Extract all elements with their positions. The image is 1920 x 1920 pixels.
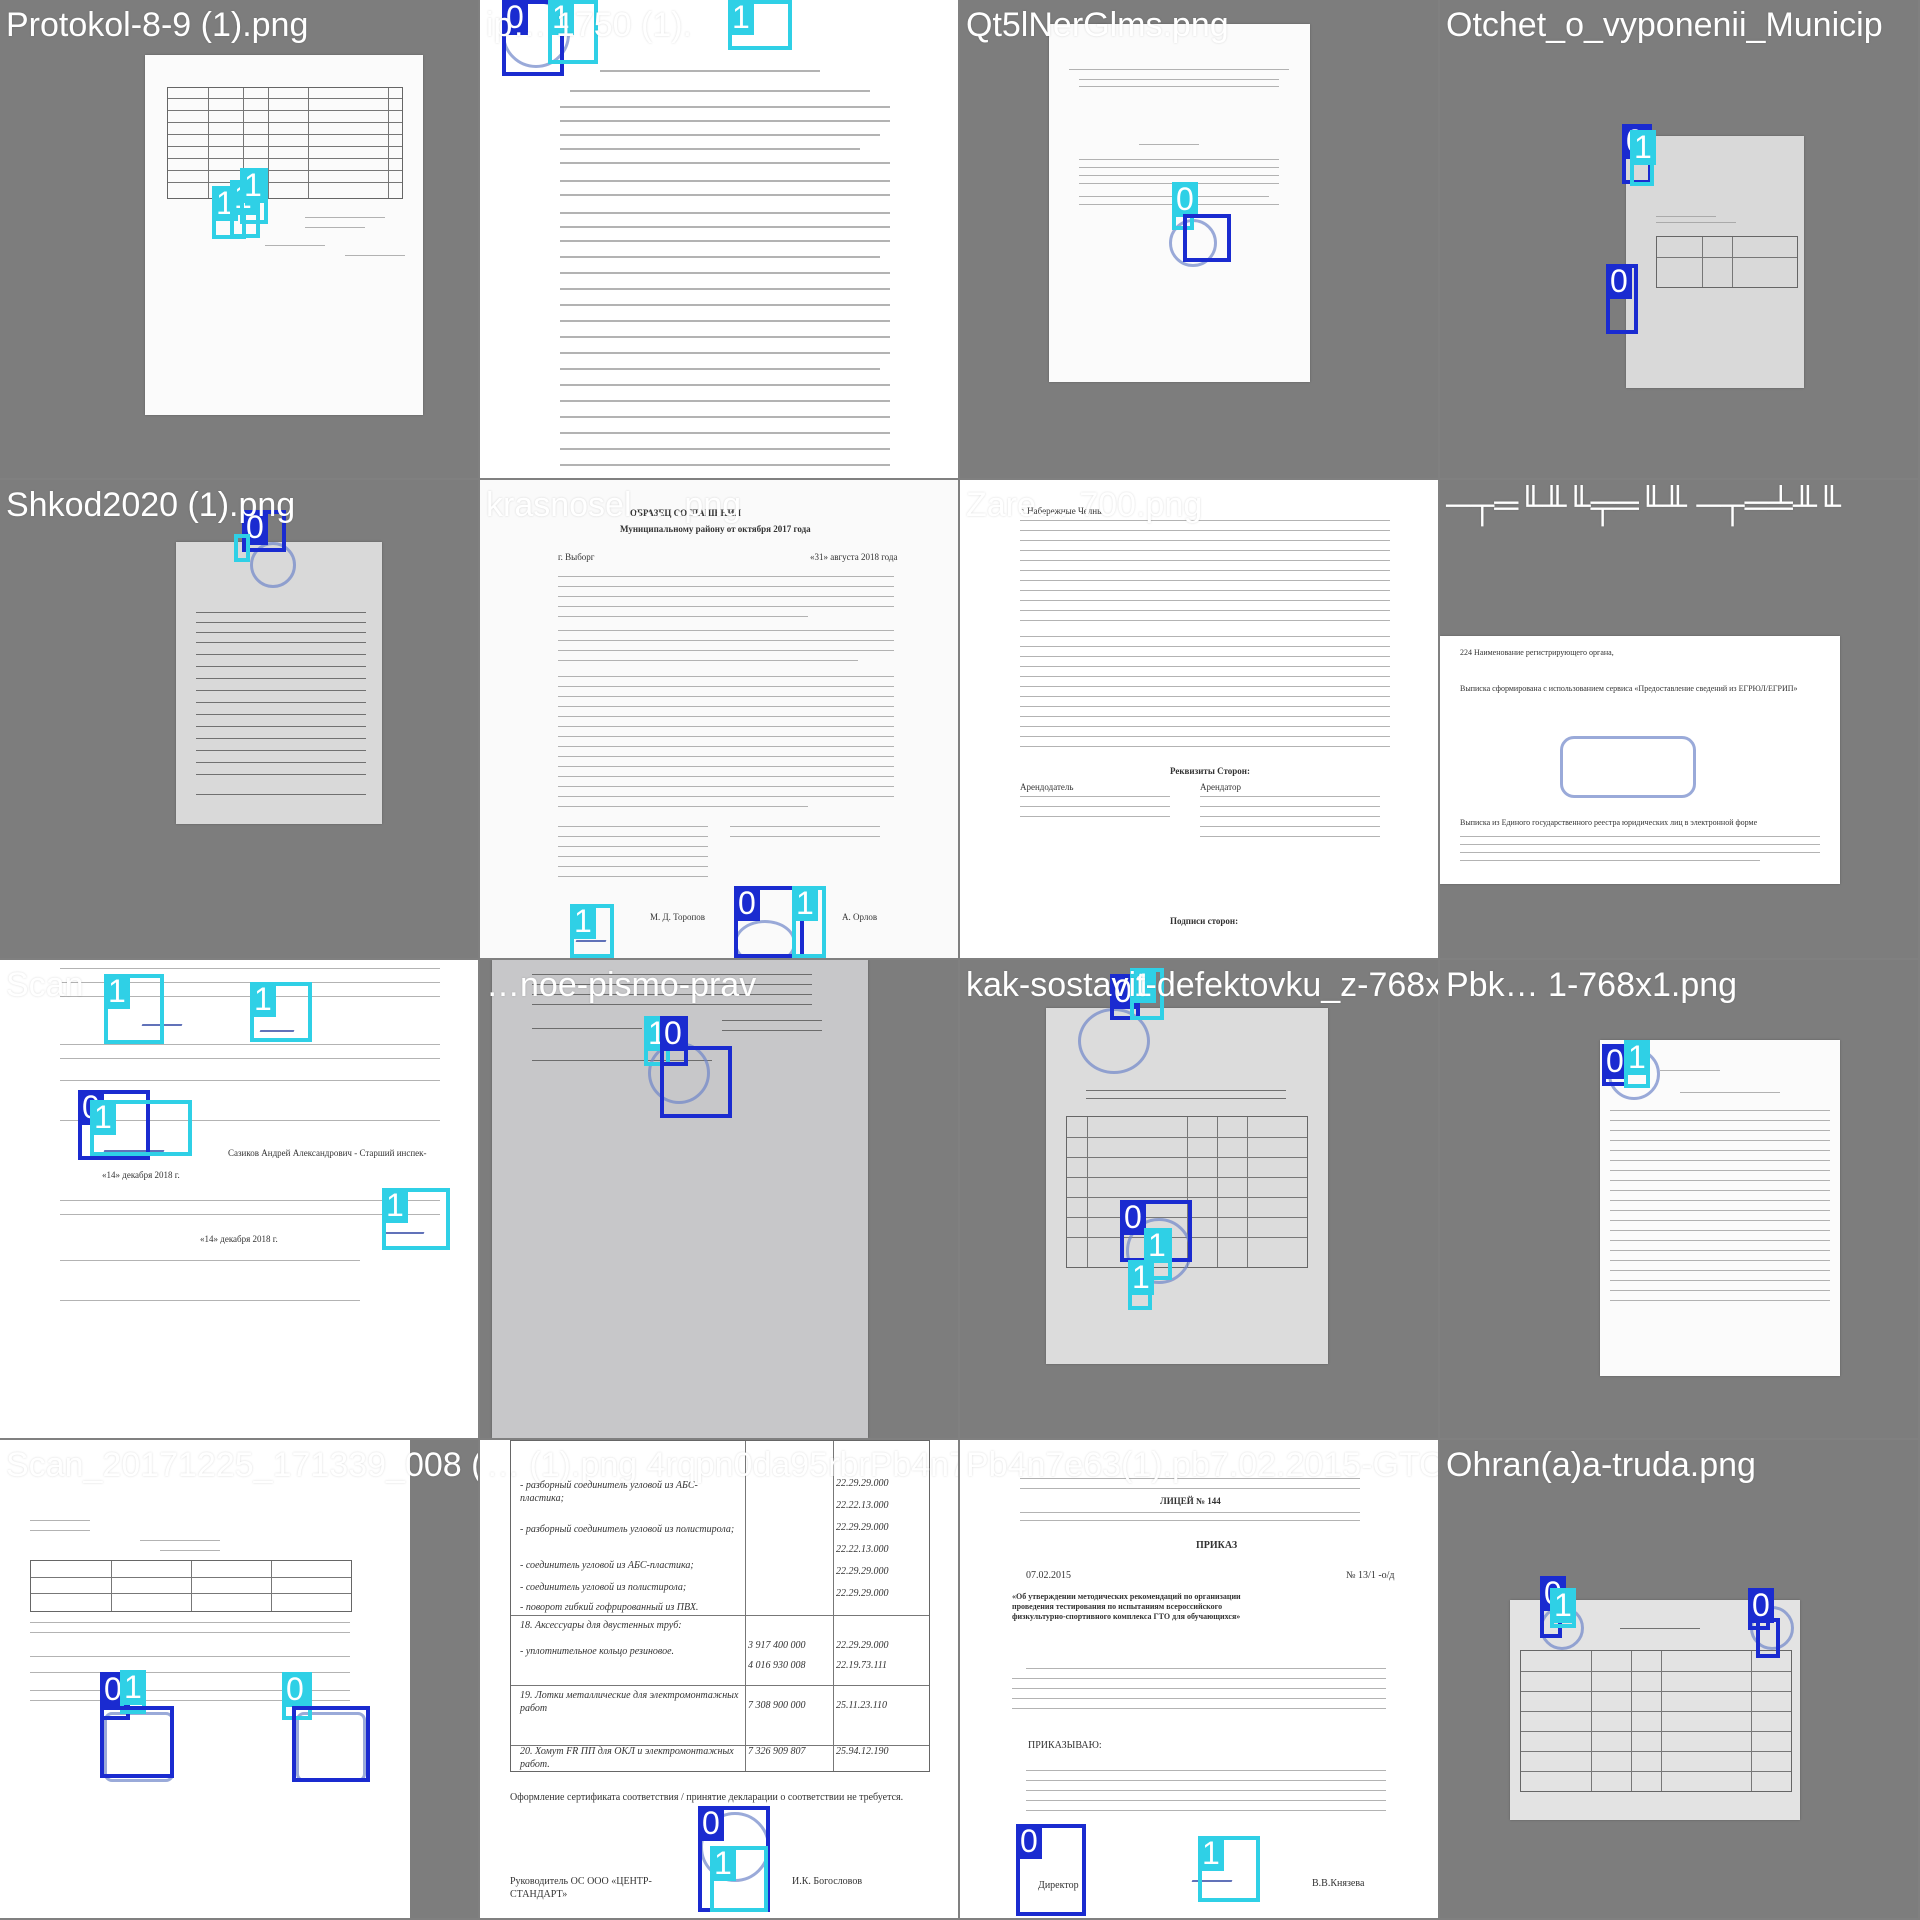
tile-title: Scan xyxy=(6,966,84,1004)
document-page: ОБРАЗЕЦ СОГЛАШЕНИЯ Муниципальному району… xyxy=(480,480,958,958)
tile-title: Otchet_o_vyponenii_Municip xyxy=(1446,6,1883,44)
tile-title: Pb4n7e63(1).pb7.02.2015-GTO (1).png xyxy=(966,1446,1438,1484)
signature-box: 1 xyxy=(382,1188,450,1250)
tile-13: … (1).png 4rqpn0da95rbrPb4n7e63(1).pb7.0… xyxy=(480,1440,958,1918)
tile-title: Scan_20171225_171339_008 (1) xyxy=(6,1446,478,1484)
tile-5: krasnosel… .png ОБРАЗЕЦ СОГЛАШЕНИЯ Муниц… xyxy=(480,480,958,958)
stamp-box: 0 xyxy=(1016,1824,1086,1916)
signature-box: 1 xyxy=(1128,1260,1154,1310)
tile-title: Qt5lNerGlms.png xyxy=(966,6,1229,44)
signature-box: 1 xyxy=(1624,1040,1650,1088)
signature-box: 1 xyxy=(1550,1588,1576,1628)
tile-14: Pb4n7e63(1).pb7.02.2015-GTO (1).png ЛИЦЕ… xyxy=(960,1440,1438,1918)
signature-box: 1 xyxy=(240,168,268,224)
document-page xyxy=(0,1440,410,1918)
document-table xyxy=(167,87,403,199)
tile-1: ip… 1750 (1). 0 1 1 xyxy=(480,0,958,478)
document-page xyxy=(1600,1040,1840,1376)
tile-title: Pbk… 1-768x1.png xyxy=(1446,966,1738,1004)
signature-box: 1 xyxy=(710,1846,768,1912)
tile-title: Zare… 700.png xyxy=(966,486,1203,524)
mosaic-grid: Protokol-8-9 (1).png 1 1 1 ip… 1750 (1). xyxy=(0,0,1920,1920)
signature-box: 1 xyxy=(90,1100,192,1156)
signature-box xyxy=(234,534,250,562)
stamp-box: 0 xyxy=(1606,264,1638,334)
document-page xyxy=(176,542,382,824)
tile-7: ─┬═╙╨╙╤═╙╨ ─┬═╧╨╙ 224 Наименование регис… xyxy=(1440,480,1918,958)
tile-15: Ohran(a)a-truda.png 0 1 0 xyxy=(1440,1440,1918,1918)
signature-box: 1 xyxy=(570,904,614,958)
tile-title: ─┬═╙╨╙╤═╙╨ ─┬═╧╨╙ xyxy=(1446,486,1841,524)
signature-box: 1 xyxy=(792,886,826,958)
document-page: 224 Наименование регистрирующего органа,… xyxy=(1440,636,1840,884)
tile-12: Scan_20171225_171339_008 (1) 0 1 0 xyxy=(0,1440,478,1918)
stamp-box xyxy=(100,1706,174,1778)
tile-title: Shkod2020 (1).png xyxy=(6,486,296,524)
signature-box: 1 xyxy=(104,974,164,1044)
tile-0: Protokol-8-9 (1).png 1 1 1 xyxy=(0,0,478,478)
document-page xyxy=(1046,1008,1328,1364)
tile-11: Pbk… 1-768x1.png 0 1 xyxy=(1440,960,1918,1438)
tile-6: Zare… 700.png г. Набережные Челны Реквиз… xyxy=(960,480,1438,958)
tile-2: Qt5lNerGlms.png 0 xyxy=(960,0,1438,478)
stamp-box xyxy=(1756,1618,1780,1658)
signature-box: 1 xyxy=(728,0,792,50)
signature-box: 1 xyxy=(1630,130,1656,186)
tile-title: ip… 1750 (1). xyxy=(486,6,692,44)
tile-title: …noe-pismo-prav xyxy=(486,966,757,1004)
stamp-box xyxy=(660,1046,732,1118)
tile-title: Ohran(a)a-truda.png xyxy=(1446,1446,1756,1484)
tile-3: Otchet_o_vyponenii_Municip 0 1 0 xyxy=(1440,0,1918,478)
tile-8: Scan Сазиков Андрей Александрович - Стар… xyxy=(0,960,478,1438)
signature-box: 1 xyxy=(250,982,312,1042)
tile-title: kak-sostavit-defektovku_z-768x1.png xyxy=(966,966,1438,1004)
stamp-box xyxy=(292,1706,370,1782)
tile-10: kak-sostavit-defektovku_z-768x1.png 0 1 … xyxy=(960,960,1438,1438)
tile-title: krasnosel… .png xyxy=(486,486,742,524)
signature-box: 1 xyxy=(1198,1836,1260,1902)
document-page xyxy=(145,55,423,415)
tile-4: Shkod2020 (1).png 0 xyxy=(0,480,478,958)
stamp-box xyxy=(1183,214,1231,262)
tile-9: …noe-pismo-prav 1 0 xyxy=(480,960,958,1438)
document-page: г. Набережные Челны Реквизиты Сторон: Ар… xyxy=(960,480,1438,958)
tile-title: … (1).png 4rqpn0da95rbrPb4n7e63(1).pb7.0… xyxy=(486,1446,958,1484)
tile-title: Protokol-8-9 (1).png xyxy=(6,6,309,44)
